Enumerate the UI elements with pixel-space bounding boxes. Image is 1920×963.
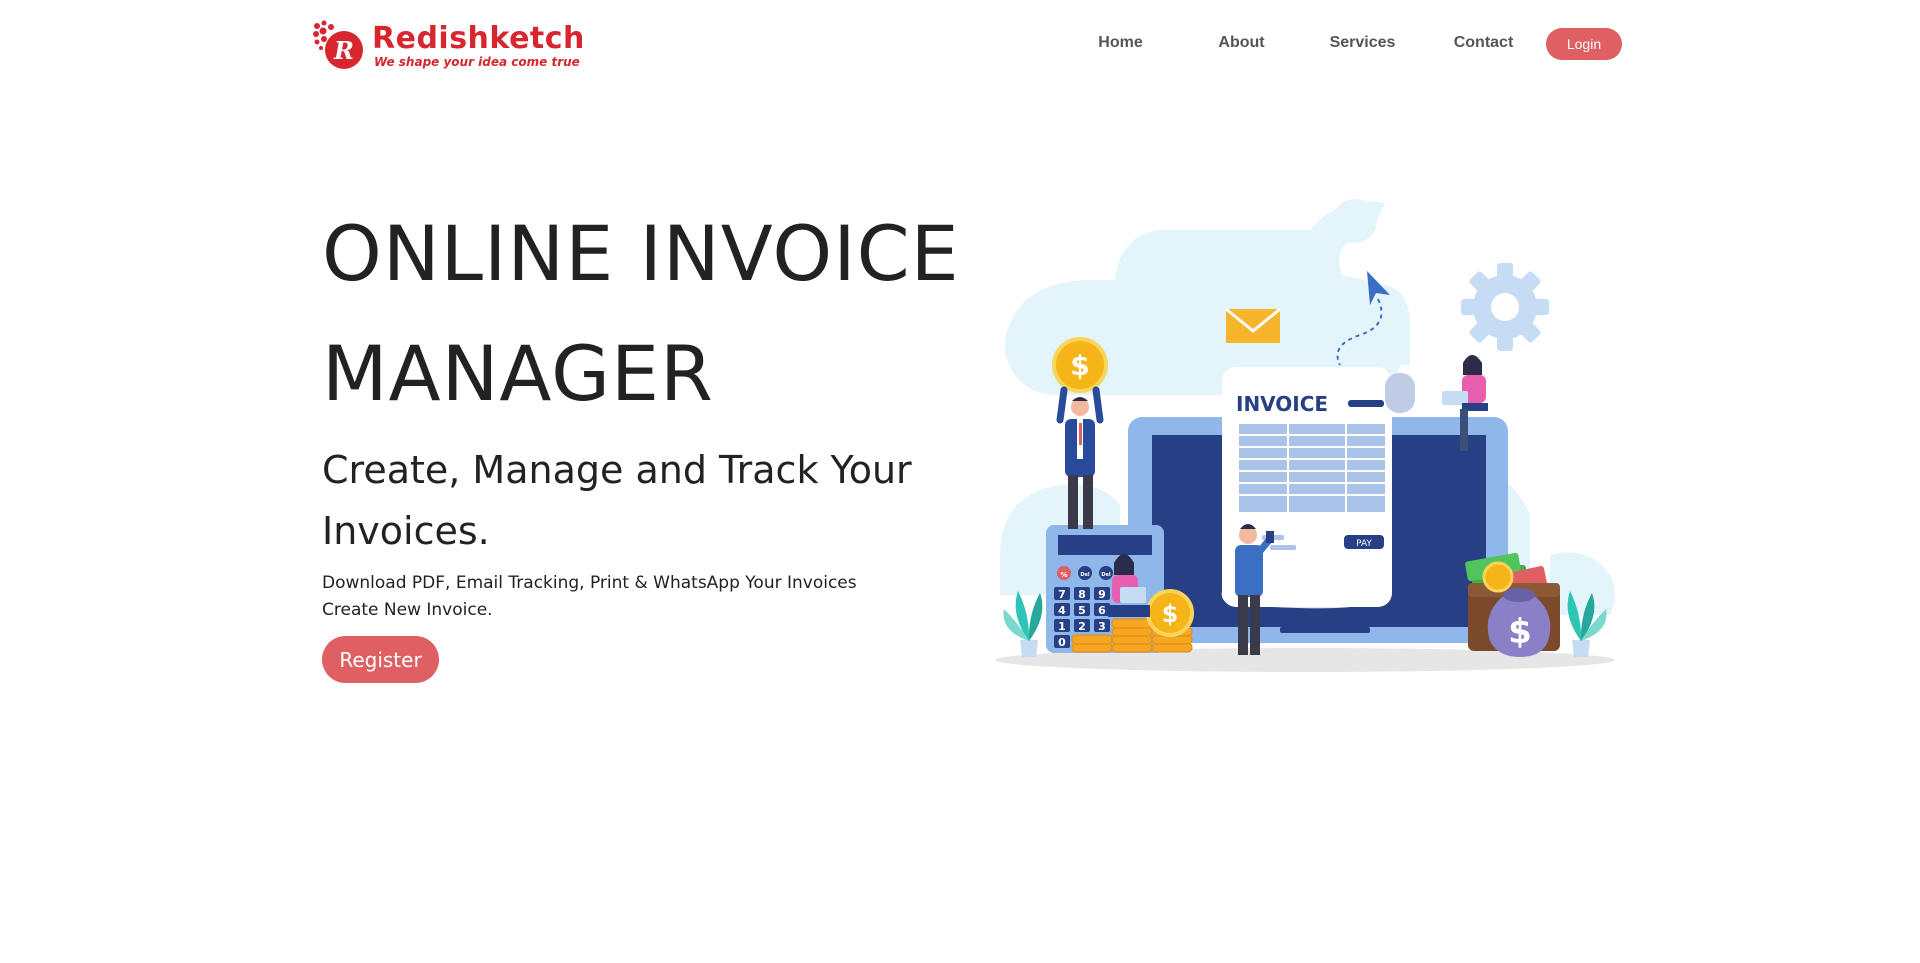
register-button[interactable]: Register [322, 636, 439, 683]
brand-logo[interactable]: R Redishketch We shape your idea come tr… [312, 18, 584, 74]
calc-key-del-1: Del [1080, 572, 1090, 578]
site-header: R Redishketch We shape your idea come tr… [0, 0, 1920, 90]
hero-desc-line-2: Create New Invoice. [322, 600, 493, 620]
money-bag-symbol: $ [1508, 612, 1532, 652]
calc-key-5: 5 [1078, 604, 1086, 617]
invoice-heading: INVOICE [1236, 392, 1328, 416]
plant-left [1003, 591, 1043, 657]
brand-tagline: We shape your idea come true [374, 55, 580, 69]
logo-mark-icon: R [312, 20, 368, 72]
brand-name: Redishketch [372, 21, 585, 56]
main-nav: Home About Services Contact [1060, 25, 1544, 61]
login-button[interactable]: Login [1546, 28, 1622, 60]
calc-key-1: 1 [1058, 620, 1066, 633]
calc-key-7: 7 [1058, 588, 1066, 601]
logo-letter: R [333, 36, 354, 65]
calc-key-6: 6 [1098, 604, 1106, 617]
calc-key-0: 0 [1058, 636, 1066, 649]
nav-about[interactable]: About [1181, 34, 1302, 52]
calc-key-percent: % [1060, 571, 1067, 579]
hero-description: Download PDF, Email Tracking, Print & Wh… [322, 570, 922, 624]
coin-symbol-1: $ [1070, 349, 1089, 382]
hero-subtitle-line-1: Create, Manage and Track Your [322, 448, 912, 492]
hero-title-line-2: MANAGER [322, 329, 714, 418]
dollar-coin-icon: $ [1146, 589, 1194, 637]
hero-title: ONLINE INVOICE MANAGER [322, 194, 982, 434]
calc-key-2: 2 [1078, 620, 1086, 633]
calc-key-3: 3 [1098, 620, 1106, 633]
hero-subtitle: Create, Manage and Track Your Invoices. [322, 440, 922, 562]
hero-desc-line-1: Download PDF, Email Tracking, Print & Wh… [322, 573, 857, 593]
nav-contact[interactable]: Contact [1423, 34, 1544, 52]
invoice-illustration-svg: INVOICE PAY % Del Del 7 8 9 4 5 6 1 2 3 … [995, 199, 1615, 672]
calc-key-4: 4 [1058, 604, 1066, 617]
wallet-and-money-bag: $ [1465, 552, 1560, 657]
dollar-coin-icon: $ [1052, 337, 1108, 393]
hero-subtitle-line-2: Invoices. [322, 509, 490, 553]
coin-symbol-2: $ [1162, 600, 1179, 628]
calc-key-8: 8 [1078, 588, 1086, 601]
gear-icon [1461, 263, 1549, 351]
nav-home[interactable]: Home [1060, 34, 1181, 52]
hero-title-line-1: ONLINE INVOICE [322, 209, 960, 298]
pay-label: PAY [1356, 539, 1372, 549]
envelope-icon [1225, 307, 1281, 343]
invoice-illustration: INVOICE PAY % Del Del 7 8 9 4 5 6 1 2 3 … [990, 195, 1620, 675]
calc-key-9: 9 [1098, 588, 1106, 601]
calc-key-del-2: Del [1101, 572, 1111, 578]
nav-services[interactable]: Services [1302, 34, 1423, 52]
